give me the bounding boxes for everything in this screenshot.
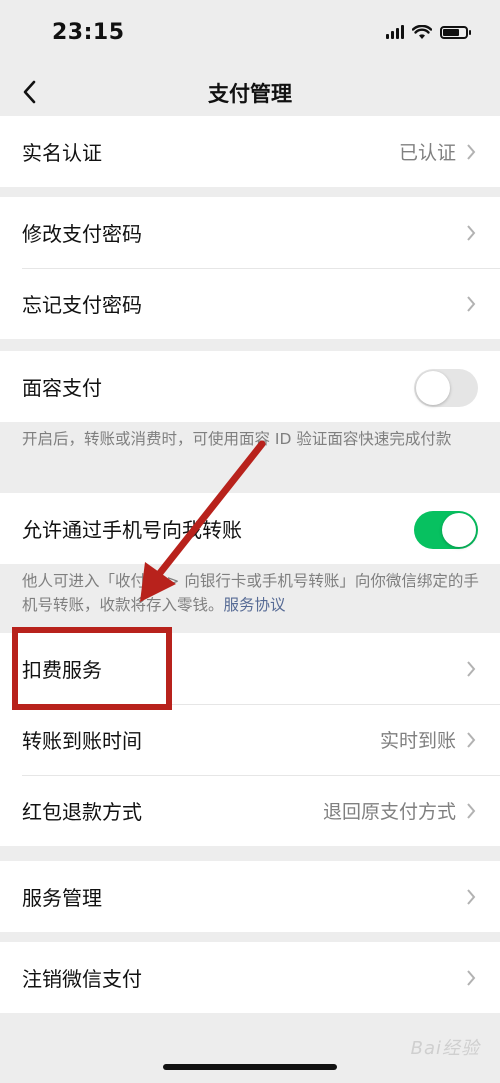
wifi-icon: [412, 24, 432, 39]
group-payment-settings: 扣费服务 转账到账时间 实时到账 红包退款方式 退回原支付方式: [0, 633, 500, 846]
face-pay-label: 面容支付: [22, 376, 102, 400]
real-name-label: 实名认证: [22, 141, 102, 165]
group-cancel-pay: 注销微信支付: [0, 942, 500, 1013]
service-management-label: 服务管理: [22, 886, 102, 910]
signal-icon: [386, 25, 404, 39]
chevron-right-icon: [467, 970, 476, 986]
transfer-arrival-time-value: 实时到账: [379, 730, 456, 752]
cancel-wechat-pay-row[interactable]: 注销微信支付: [0, 942, 500, 1013]
phone-transfer-note: 他人可进入「收付款 > 向银行卡或手机号转账」向你微信绑定的手机号转账，收款将存…: [22, 569, 480, 617]
face-pay-row: 面容支付: [0, 351, 500, 422]
phone-transfer-toggle[interactable]: [414, 511, 478, 549]
phone-transfer-row: 允许通过手机号向我转账: [0, 493, 500, 564]
chevron-right-icon: [467, 144, 476, 160]
change-password-row[interactable]: 修改支付密码: [0, 197, 500, 268]
watermark: Bai经验: [410, 1038, 480, 1059]
transfer-arrival-time-row[interactable]: 转账到账时间 实时到账: [0, 704, 500, 775]
real-name-status: 已认证: [398, 142, 456, 164]
red-packet-refund-label: 红包退款方式: [22, 800, 142, 824]
deduction-service-row[interactable]: 扣费服务: [0, 633, 500, 704]
forgot-password-row[interactable]: 忘记支付密码: [0, 268, 500, 339]
chevron-right-icon: [467, 732, 476, 748]
real-name-row[interactable]: 实名认证 已认证: [0, 116, 500, 187]
home-indicator: [163, 1064, 337, 1070]
phone-transfer-label: 允许通过手机号向我转账: [22, 518, 242, 542]
transfer-arrival-time-label: 转账到账时间: [22, 729, 142, 753]
status-bar: 23:15: [0, 0, 500, 68]
chevron-right-icon: [467, 661, 476, 677]
deduction-service-label: 扣费服务: [22, 658, 102, 682]
nav-bar: 支付管理: [0, 68, 500, 116]
group-password: 修改支付密码 忘记支付密码: [0, 197, 500, 339]
red-packet-refund-value: 退回原支付方式: [322, 801, 456, 823]
change-password-label: 修改支付密码: [22, 222, 142, 246]
service-agreement-link[interactable]: 服务协议: [224, 596, 286, 614]
chevron-right-icon: [467, 889, 476, 905]
face-pay-note: 开启后，转账或消费时，可使用面容 ID 验证面容快速完成付款: [22, 430, 452, 448]
red-packet-refund-row[interactable]: 红包退款方式 退回原支付方式: [0, 775, 500, 846]
face-pay-toggle[interactable]: [414, 369, 478, 407]
battery-icon: [440, 25, 471, 39]
forgot-password-label: 忘记支付密码: [22, 293, 142, 317]
cancel-wechat-pay-label: 注销微信支付: [22, 967, 142, 991]
status-time: 23:15: [52, 20, 125, 45]
chevron-right-icon: [467, 225, 476, 241]
group-identity: 实名认证 已认证: [0, 116, 500, 187]
chevron-right-icon: [467, 296, 476, 312]
service-management-row[interactable]: 服务管理: [0, 861, 500, 932]
group-phone-transfer: 允许通过手机号向我转账: [0, 493, 500, 564]
status-icons: [386, 22, 471, 42]
page-title: 支付管理: [208, 82, 292, 106]
group-face-pay: 面容支付: [0, 351, 500, 422]
group-service-management: 服务管理: [0, 861, 500, 932]
chevron-right-icon: [467, 803, 476, 819]
